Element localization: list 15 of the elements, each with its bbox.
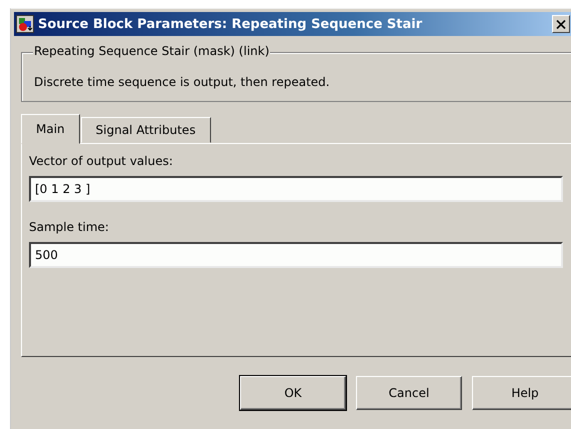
dialog-button[interactable]: Cancel bbox=[356, 376, 462, 410]
window-title: Source Block Parameters: Repeating Sequence Stair bbox=[38, 16, 424, 32]
dialog-button[interactable]: Help bbox=[472, 376, 571, 410]
description-text: Discrete time sequence is output, then repeated. bbox=[34, 75, 330, 89]
dialog-button[interactable]: OK bbox=[240, 376, 346, 410]
input-field[interactable]: [0 1 2 3 ] bbox=[29, 176, 563, 202]
close-icon bbox=[556, 20, 566, 28]
tab[interactable]: Signal Attributes bbox=[80, 117, 211, 143]
input-field[interactable]: 500 bbox=[29, 242, 563, 268]
group-heading: Repeating Sequence Stair (mask) (link) bbox=[33, 44, 270, 58]
field-label: Vector of output values: bbox=[29, 154, 174, 168]
tab[interactable]: Main bbox=[21, 114, 80, 144]
close-button[interactable] bbox=[552, 15, 570, 33]
block-icon bbox=[16, 15, 34, 33]
field-label: Sample time: bbox=[29, 220, 110, 234]
